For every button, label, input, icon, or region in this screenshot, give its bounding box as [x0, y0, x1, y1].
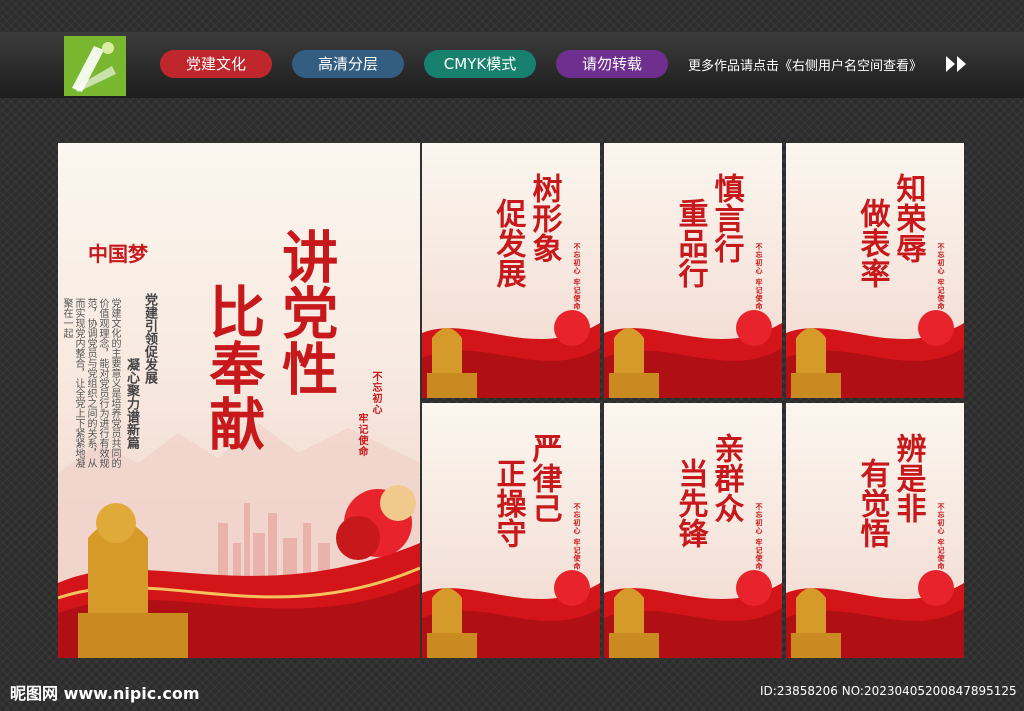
main-subtitle-2: 凝心聚力谱新篇: [124, 358, 139, 449]
pill-party-culture[interactable]: 党建文化: [160, 50, 272, 78]
poster-title-col1: 严律己: [526, 433, 562, 523]
pill-no-repost[interactable]: 请勿转载: [556, 50, 668, 78]
poster-5: 亲群众 当先锋 不忘初心 牢记使命: [604, 403, 782, 658]
poster-title-col2: 重品行: [672, 198, 708, 288]
poster-title-col1: 亲群众: [708, 433, 744, 523]
poster-stamp: 不忘初心 牢记使命: [755, 503, 764, 571]
poster-stamp: 不忘初心 牢记使命: [573, 503, 582, 571]
pill-cmyk[interactable]: CMYK模式: [424, 50, 536, 78]
main-title-right: 讲党性: [272, 228, 339, 396]
poster-stamp: 不忘初心 牢记使命: [573, 243, 582, 311]
poster-title-col2: 正操守: [490, 458, 526, 548]
poster-4: 严律己 正操守 不忘初心 牢记使命: [422, 403, 600, 658]
poster-title-col1: 慎言行: [708, 173, 744, 263]
china-dream-logo: 中国梦: [88, 242, 148, 266]
main-subtitle-1: 党建引领促发展: [142, 293, 157, 384]
pill-hd-layers[interactable]: 高清分层: [292, 50, 404, 78]
poster-3: 知荣辱 做表率 不忘初心 牢记使命: [786, 143, 964, 398]
more-works-note[interactable]: 更多作品请点击《右侧用户名空间查看》: [688, 55, 922, 74]
poster-6: 辨是非 有觉悟 不忘初心 牢记使命: [786, 403, 964, 658]
poster-title-col2: 有觉悟: [854, 458, 890, 548]
poster-stamp: 不忘初心 牢记使命: [937, 243, 946, 311]
poster-stamp: 不忘初心 牢记使命: [937, 503, 946, 571]
poster-title-col1: 知荣辱: [890, 173, 926, 263]
double-arrow-icon[interactable]: [944, 54, 970, 74]
main-body-text: 党建文化的主要意义是培养党员共同的价值观理念，能对党员行为进行有效规范，协调党员…: [61, 298, 120, 468]
poster-title-col1: 辨是非: [890, 433, 926, 523]
main-title-left: 比奉献: [199, 283, 266, 451]
poster-title-col2: 促发展: [490, 198, 526, 288]
main-poster: 中国梦 讲党性 比奉献 党建引领促发展 凝心聚力谱新篇 党建文化的主要意义是培养…: [58, 143, 420, 658]
stamp-2: 牢记使命: [356, 413, 367, 457]
poster-1: 树形象 促发展 不忘初心 牢记使命: [422, 143, 600, 398]
site-brand[interactable]: 昵图网 www.nipic.com: [10, 680, 200, 704]
poster-title-col2: 当先锋: [672, 458, 708, 548]
image-id: ID:23858206 NO:20230405200847895125: [760, 684, 1017, 698]
poster-title-col2: 做表率: [854, 198, 890, 288]
stamp-1: 不忘初心: [370, 371, 381, 415]
poster-2: 慎言行 重品行 不忘初心 牢记使命: [604, 143, 782, 398]
poster-stamp: 不忘初心 牢记使命: [755, 243, 764, 311]
poster-title-col1: 树形象: [526, 173, 562, 263]
pen-nib-icon: [64, 36, 126, 96]
